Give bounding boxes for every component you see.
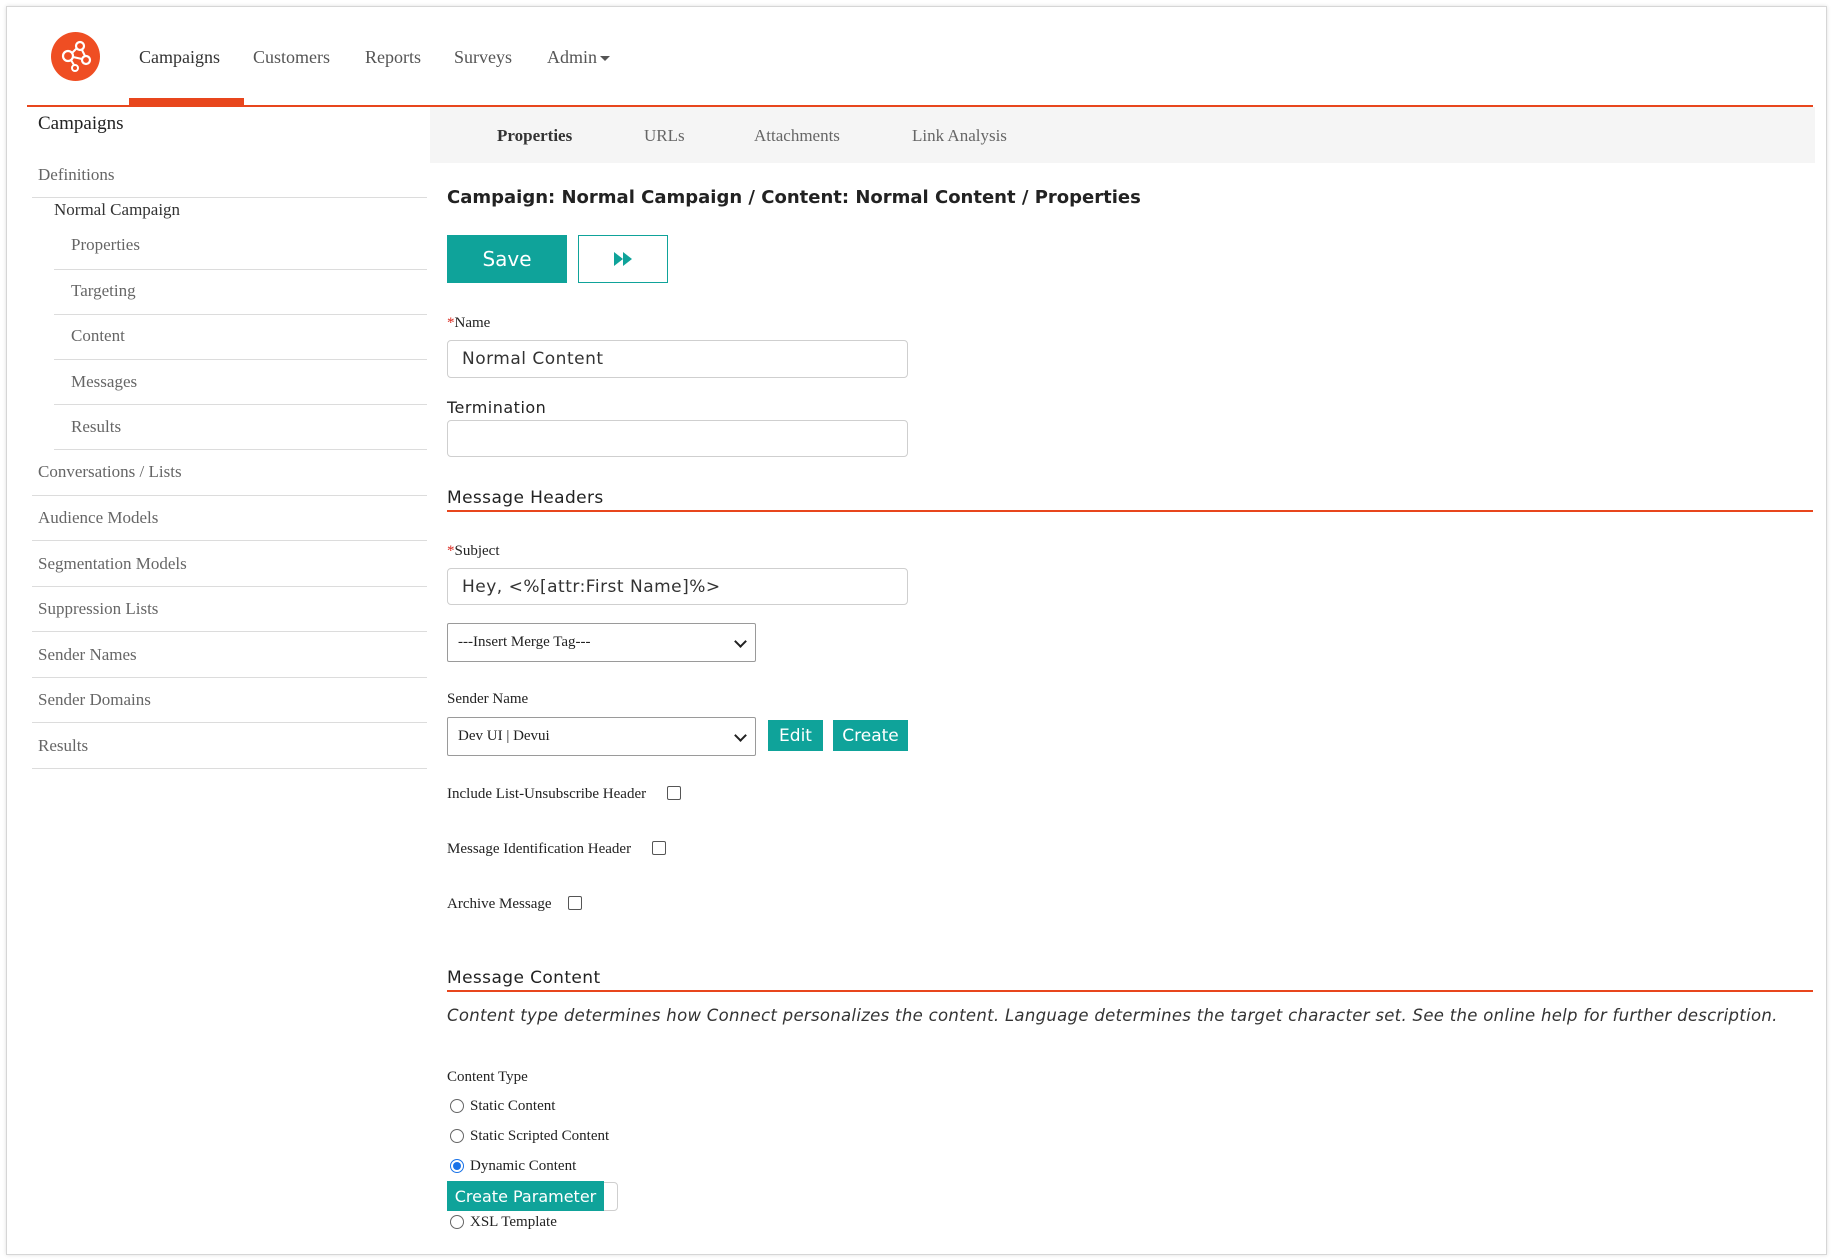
sidebar-divider <box>32 495 427 496</box>
sender-name-label: Sender Name <box>447 691 529 707</box>
sidebar-item-results-sub[interactable]: Results <box>71 417 121 437</box>
message-content-heading: Message Content <box>447 968 601 988</box>
termination-label: Termination <box>447 398 547 417</box>
edit-sender-button[interactable]: Edit <box>768 720 823 751</box>
xsl-template-label: XSL Template <box>470 1214 557 1230</box>
sidebar-item-content[interactable]: Content <box>71 326 125 346</box>
radio-dynamic-content[interactable] <box>450 1159 464 1173</box>
sidebar-divider <box>32 631 427 632</box>
required-mark: * <box>447 543 455 559</box>
section-divider <box>447 510 1813 512</box>
section-divider <box>447 990 1813 992</box>
content-type-label: Content Type <box>447 1069 528 1085</box>
sidebar-title: Campaigns <box>38 113 124 134</box>
message-content-description: Content type determines how Connect pers… <box>447 1006 1778 1025</box>
sidebar-divider <box>54 269 427 270</box>
tab-urls[interactable]: URLs <box>644 126 685 146</box>
name-input[interactable]: Normal Content <box>447 340 908 378</box>
fast-forward-icon <box>614 252 632 266</box>
message-identification-checkbox[interactable] <box>652 841 666 855</box>
radio-xsl-template[interactable] <box>450 1215 464 1229</box>
tab-attachments[interactable]: Attachments <box>754 126 840 146</box>
sidebar-item-campaign[interactable]: Normal Campaign <box>54 200 180 220</box>
subject-input[interactable]: Hey, <%[attr:First Name]%> <box>447 568 908 605</box>
sidebar-divider <box>32 768 427 769</box>
subject-label-text: Subject <box>454 543 500 559</box>
sidebar-item-sender-names[interactable]: Sender Names <box>38 645 137 665</box>
chevron-down-icon <box>734 728 747 742</box>
sidebar-item-segmentation-models[interactable]: Segmentation Models <box>38 554 187 574</box>
sidebar-item-properties[interactable]: Properties <box>71 235 140 255</box>
page-title: Campaign: Normal Campaign / Content: Nor… <box>447 187 1141 208</box>
sender-name-selected: Dev UI | Devui <box>458 728 550 744</box>
archive-message-checkbox[interactable] <box>568 896 582 910</box>
subject-label: *Subject <box>447 543 500 560</box>
static-content-label: Static Content <box>470 1098 556 1114</box>
sidebar-item-suppression-lists[interactable]: Suppression Lists <box>38 599 158 619</box>
radio-static-content[interactable] <box>450 1099 464 1113</box>
sidebar-divider <box>32 540 427 541</box>
dynamic-content-label: Dynamic Content <box>470 1158 577 1174</box>
create-sender-button[interactable]: Create <box>833 720 908 751</box>
app-window: Campaigns Customers Reports Surveys Admi… <box>6 6 1827 1255</box>
sender-name-select[interactable]: Dev UI | Devui <box>447 717 756 756</box>
sidebar-divider <box>54 449 427 450</box>
sidebar-divider <box>32 677 427 678</box>
name-label-text: Name <box>454 315 491 331</box>
termination-input[interactable] <box>447 420 908 457</box>
nav-surveys[interactable]: Surveys <box>454 47 512 68</box>
sidebar-divider <box>32 197 427 198</box>
nav-campaigns[interactable]: Campaigns <box>139 47 220 68</box>
radio-static-scripted-content[interactable] <box>450 1129 464 1143</box>
next-button[interactable] <box>578 235 668 283</box>
sidebar-item-sender-domains[interactable]: Sender Domains <box>38 690 151 710</box>
tab-properties[interactable]: Properties <box>497 126 572 146</box>
include-unsubscribe-checkbox[interactable] <box>667 786 681 800</box>
sidebar-item-messages[interactable]: Messages <box>71 372 137 392</box>
nav-admin-label: Admin <box>547 47 598 67</box>
nav-reports[interactable]: Reports <box>365 47 421 68</box>
sidebar-divider <box>32 586 427 587</box>
required-mark: * <box>447 315 455 331</box>
tab-bar <box>430 107 1815 163</box>
sidebar-item-conversations[interactable]: Conversations / Lists <box>38 462 182 482</box>
network-hub-logo[interactable] <box>51 32 100 81</box>
logo-graphic <box>61 40 92 72</box>
message-identification-label: Message Identification Header <box>447 841 632 857</box>
nav-admin[interactable]: Admin <box>547 47 611 68</box>
nav-customers[interactable]: Customers <box>253 47 330 68</box>
sidebar-item-targeting[interactable]: Targeting <box>71 281 136 301</box>
sidebar-item-definitions[interactable]: Definitions <box>38 165 115 185</box>
sidebar-divider <box>54 314 427 315</box>
tab-link-analysis[interactable]: Link Analysis <box>912 126 1007 146</box>
sidebar-item-audience-models[interactable]: Audience Models <box>38 508 158 528</box>
merge-tag-selected: ---Insert Merge Tag--- <box>458 634 591 650</box>
static-scripted-content-label: Static Scripted Content <box>470 1128 610 1144</box>
sidebar-divider <box>54 404 427 405</box>
save-button[interactable]: Save <box>447 235 567 283</box>
sidebar-divider <box>32 722 427 723</box>
include-unsubscribe-label: Include List-Unsubscribe Header <box>447 786 647 802</box>
message-headers-heading: Message Headers <box>447 488 604 508</box>
chevron-down-icon <box>600 56 611 62</box>
merge-tag-select[interactable]: ---Insert Merge Tag--- <box>447 623 756 662</box>
sidebar-item-results[interactable]: Results <box>38 736 88 756</box>
chevron-down-icon <box>734 634 747 648</box>
name-label: *Name <box>447 315 490 332</box>
create-parameter-button[interactable]: Create Parameter <box>447 1181 604 1211</box>
sidebar-divider <box>54 359 427 360</box>
active-nav-indicator <box>129 98 244 105</box>
archive-message-label: Archive Message <box>447 896 552 912</box>
